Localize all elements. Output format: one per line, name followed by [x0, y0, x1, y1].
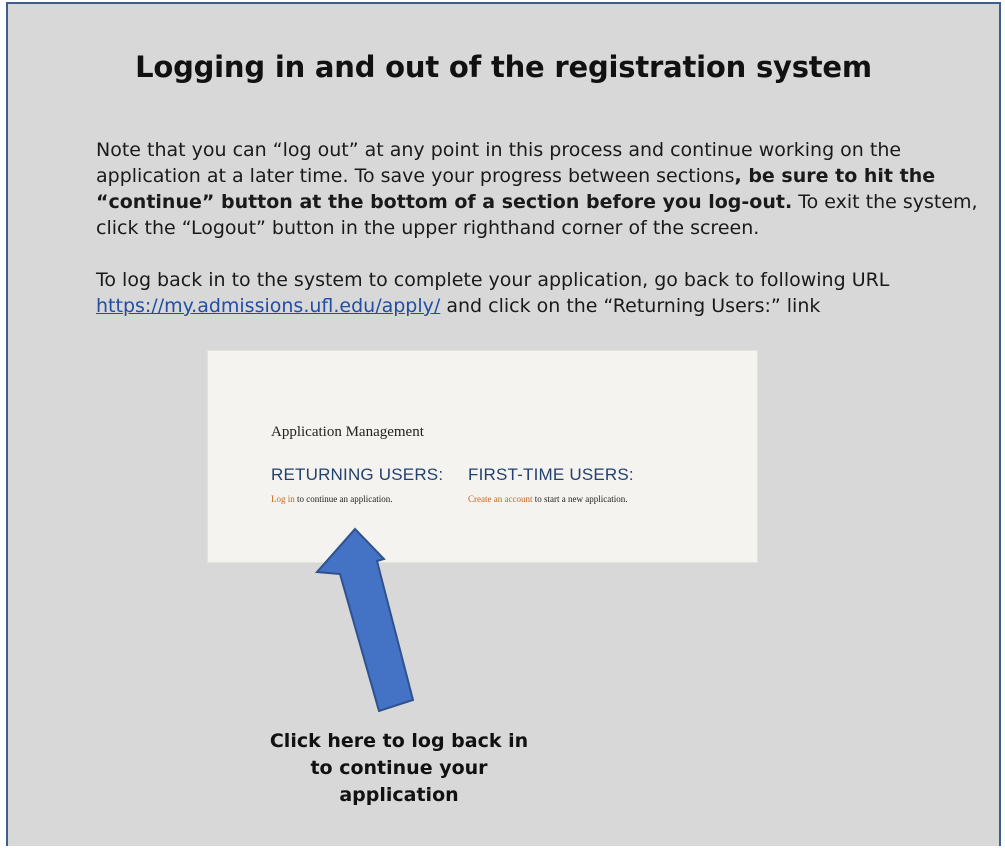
- caption-line-3: application: [339, 784, 459, 806]
- caption-line-2: to continue your: [310, 757, 488, 779]
- slide: Logging in and out of the registration s…: [6, 2, 1001, 846]
- caption: Click here to log back in to continue yo…: [234, 728, 564, 809]
- up-arrow-icon: [314, 527, 415, 713]
- caption-line-1: Click here to log back in: [269, 730, 529, 752]
